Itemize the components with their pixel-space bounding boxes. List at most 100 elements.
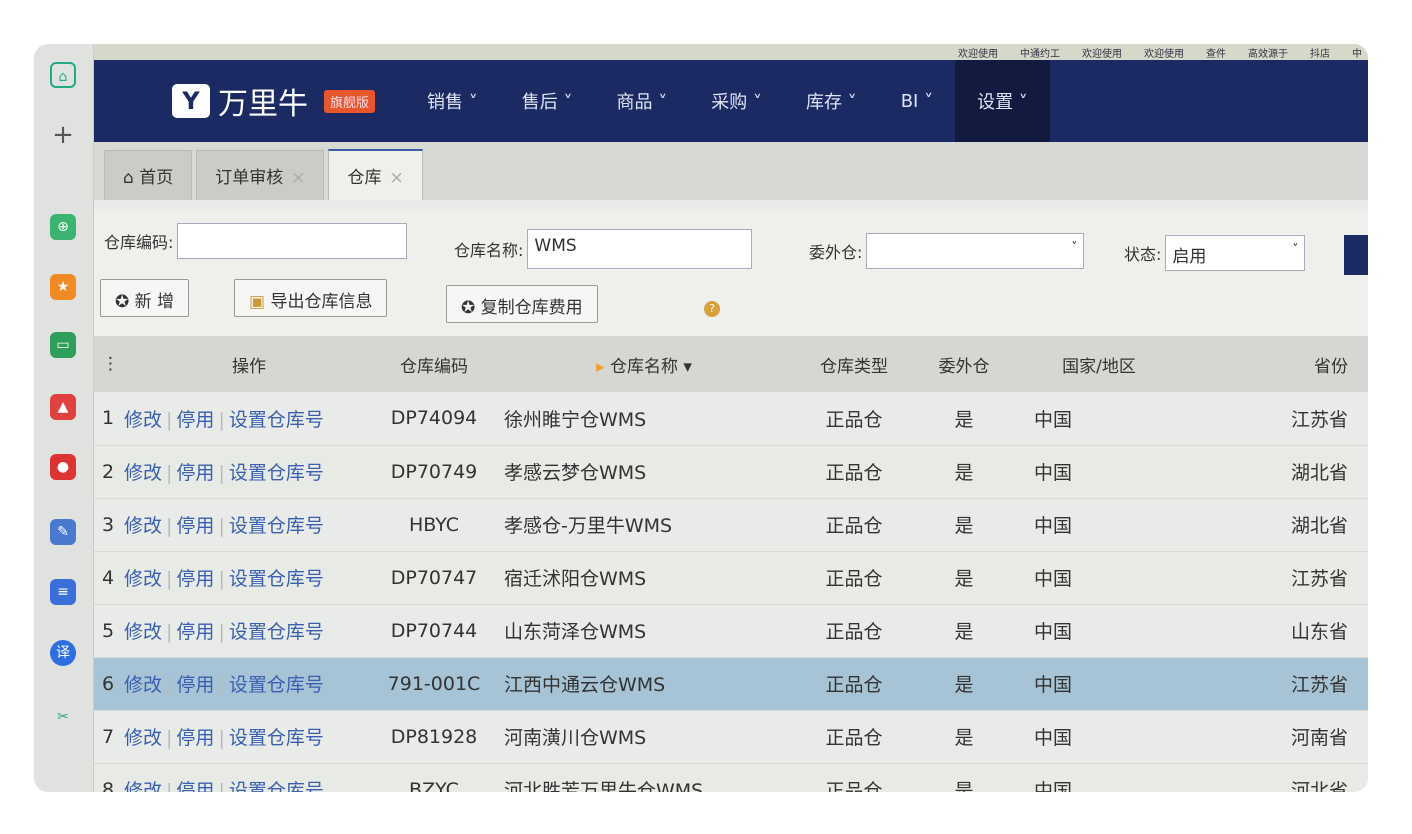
set-warehouse-link[interactable]: 设置仓库号 — [229, 780, 324, 792]
table-row[interactable]: 6 修改 | 停用 | 设置仓库号 791-001C 江西中通云仓WMS 正品仓 是 中… — [94, 657, 1368, 711]
code-input[interactable] — [177, 223, 408, 259]
col-country[interactable]: 国家/地区 — [1014, 336, 1184, 392]
column-menu-icon[interactable]: ⋮ — [94, 336, 124, 392]
disable-link[interactable]: 停用 — [176, 409, 214, 431]
edit-link[interactable]: 修改 — [124, 621, 162, 643]
set-warehouse-link[interactable]: 设置仓库号 — [229, 674, 324, 696]
menu-aftersales[interactable]: 售后 ˅ — [500, 60, 595, 142]
close-icon[interactable]: × — [291, 168, 305, 188]
edit-link[interactable]: 修改 — [124, 568, 162, 590]
disable-link[interactable]: 停用 — [176, 568, 214, 590]
menu-sales[interactable]: 销售 ˅ — [405, 60, 500, 142]
set-warehouse-link[interactable]: 设置仓库号 — [229, 515, 324, 537]
bookmark[interactable]: 中 — [1352, 45, 1362, 60]
table-row[interactable]: 3 修改 | 停用 | 设置仓库号 HBYC 孝感仓-万里牛WMS 正品仓 是 中国 湖… — [94, 498, 1368, 552]
bookmark[interactable]: 中通约工 — [1020, 45, 1060, 60]
star-icon[interactable]: ★ — [50, 274, 76, 300]
outsource-label: 委外仓: — [809, 243, 863, 262]
col-province[interactable]: 省份 — [1184, 336, 1368, 392]
bookmark[interactable]: 高效源于 — [1248, 45, 1288, 60]
menu-settings[interactable]: 设置 ˅ — [955, 60, 1050, 142]
table-row[interactable]: 5 修改 | 停用 | 设置仓库号 DP70744 山东菏泽仓WMS 正品仓 是 中国 … — [94, 604, 1368, 658]
warehouse-code: DP81928 — [374, 710, 494, 764]
bookmark[interactable]: 抖店 — [1310, 45, 1330, 60]
close-icon[interactable]: × — [389, 168, 403, 188]
table-row[interactable]: 1 修改 | 停用 | 设置仓库号 DP74094 徐州睢宁仓WMS 正品仓 是 中国 … — [94, 392, 1368, 446]
edit-link[interactable]: 修改 — [124, 674, 162, 696]
tab-order-review[interactable]: 订单审核 × — [196, 150, 325, 200]
table-row[interactable]: 2 修改 | 停用 | 设置仓库号 DP70749 孝感云梦仓WMS 正品仓 是 中国 … — [94, 445, 1368, 499]
doc-icon[interactable]: ≡ — [50, 579, 76, 605]
menu-bi[interactable]: BI ˅ — [879, 60, 955, 142]
home-icon[interactable]: ⌂ — [50, 62, 76, 88]
bookmark[interactable]: 查件 — [1206, 45, 1226, 60]
brand-logo[interactable]: Y 万里牛 旗舰版 — [172, 79, 376, 123]
disable-link[interactable]: 停用 — [176, 780, 214, 792]
brand-name: 万里牛 — [218, 87, 308, 122]
edit-link[interactable]: 修改 — [124, 462, 162, 484]
translate-icon[interactable]: 译 — [50, 640, 76, 666]
edit-link[interactable]: 修改 — [124, 515, 162, 537]
bookmark[interactable]: 欢迎使用 — [958, 45, 998, 60]
province: 湖北省 — [1184, 445, 1368, 499]
col-type[interactable]: 仓库类型 — [794, 336, 914, 392]
menu-purchase[interactable]: 采购 ˅ — [689, 60, 784, 142]
export-button[interactable]: ▣ 导出仓库信息 — [234, 279, 388, 317]
plus-icon[interactable]: + — [50, 122, 76, 148]
disable-link[interactable]: 停用 — [176, 727, 214, 749]
edit-link[interactable]: 修改 — [124, 780, 162, 792]
add-button[interactable]: ✪ 新 增 — [100, 279, 190, 317]
name-input[interactable]: WMS — [527, 229, 753, 269]
warehouse-name: 孝感云梦仓WMS — [494, 445, 794, 499]
chat-icon[interactable]: ▭ — [50, 332, 76, 358]
disable-link[interactable]: 停用 — [176, 462, 214, 484]
set-warehouse-link[interactable]: 设置仓库号 — [229, 462, 324, 484]
excel-icon: ▣ — [249, 292, 271, 312]
edit-link[interactable]: 修改 — [124, 409, 162, 431]
warehouse-name: 江西中通云仓WMS — [494, 657, 794, 711]
tab-home[interactable]: ⌂ 首页 — [104, 150, 193, 200]
menu-inventory[interactable]: 库存 ˅ — [784, 60, 879, 142]
table-row[interactable]: 4 修改 | 停用 | 设置仓库号 DP70747 宿迁沭阳仓WMS 正品仓 是 中国 … — [94, 551, 1368, 605]
table-row[interactable]: 8 修改 | 停用 | 设置仓库号 BZYC 河北胜芳万里牛仓WMS 正品仓 是 中国 … — [94, 763, 1368, 792]
col-code[interactable]: 仓库编码 — [374, 336, 494, 392]
set-warehouse-link[interactable]: 设置仓库号 — [229, 621, 324, 643]
tab-label: 订单审核 — [215, 168, 284, 188]
warehouse-code: HBYC — [374, 498, 494, 552]
warehouse-name: 河北胜芳万里牛仓WMS — [494, 763, 794, 792]
country: 中国 — [1014, 604, 1184, 658]
disable-link[interactable]: 停用 — [176, 674, 214, 696]
set-warehouse-link[interactable]: 设置仓库号 — [229, 409, 324, 431]
disable-link[interactable]: 停用 — [176, 515, 214, 537]
set-warehouse-link[interactable]: 设置仓库号 — [229, 727, 324, 749]
record-icon[interactable]: ● — [50, 454, 76, 480]
pdf-icon[interactable]: ▲ — [50, 394, 76, 420]
row-number: 8 — [94, 763, 124, 792]
country: 中国 — [1014, 392, 1184, 446]
app-icon[interactable]: ⊕ — [50, 214, 76, 240]
help-icon[interactable]: ? — [704, 301, 720, 317]
col-actions: 操作 — [124, 336, 374, 392]
disable-link[interactable]: 停用 — [176, 621, 214, 643]
edit-link[interactable]: 修改 — [124, 727, 162, 749]
bookmarks-bar: 欢迎使用 中通约工 欢迎使用 欢迎使用 查件 高效源于 抖店 中 — [94, 44, 1368, 60]
bookmark[interactable]: 欢迎使用 — [1082, 45, 1122, 60]
outsource-select[interactable]: ˅ — [866, 233, 1085, 269]
edit-icon[interactable]: ✎ — [50, 519, 76, 545]
search-button[interactable] — [1344, 235, 1368, 275]
outsourced: 是 — [914, 710, 1014, 764]
tab-warehouse[interactable]: 仓库 × — [328, 149, 423, 200]
table-row[interactable]: 7 修改 | 停用 | 设置仓库号 DP81928 河南潢川仓WMS 正品仓 是 中国 … — [94, 710, 1368, 764]
scissors-icon[interactable]: ✂ — [50, 704, 76, 730]
status-value: 启用 — [1172, 247, 1207, 267]
bookmark[interactable]: 欢迎使用 — [1144, 45, 1184, 60]
copy-fee-button[interactable]: ✪ 复制仓库费用 — [446, 285, 598, 323]
warehouse-type: 正品仓 — [794, 445, 914, 499]
warehouse-type: 正品仓 — [794, 392, 914, 446]
set-warehouse-link[interactable]: 设置仓库号 — [229, 568, 324, 590]
col-outsource[interactable]: 委外仓 — [914, 336, 1014, 392]
province: 江苏省 — [1184, 657, 1368, 711]
status-select[interactable]: 启用 ˅ — [1165, 235, 1306, 271]
menu-products[interactable]: 商品 ˅ — [594, 60, 689, 142]
col-name[interactable]: ▸ 仓库名称 ▾ — [494, 336, 794, 392]
